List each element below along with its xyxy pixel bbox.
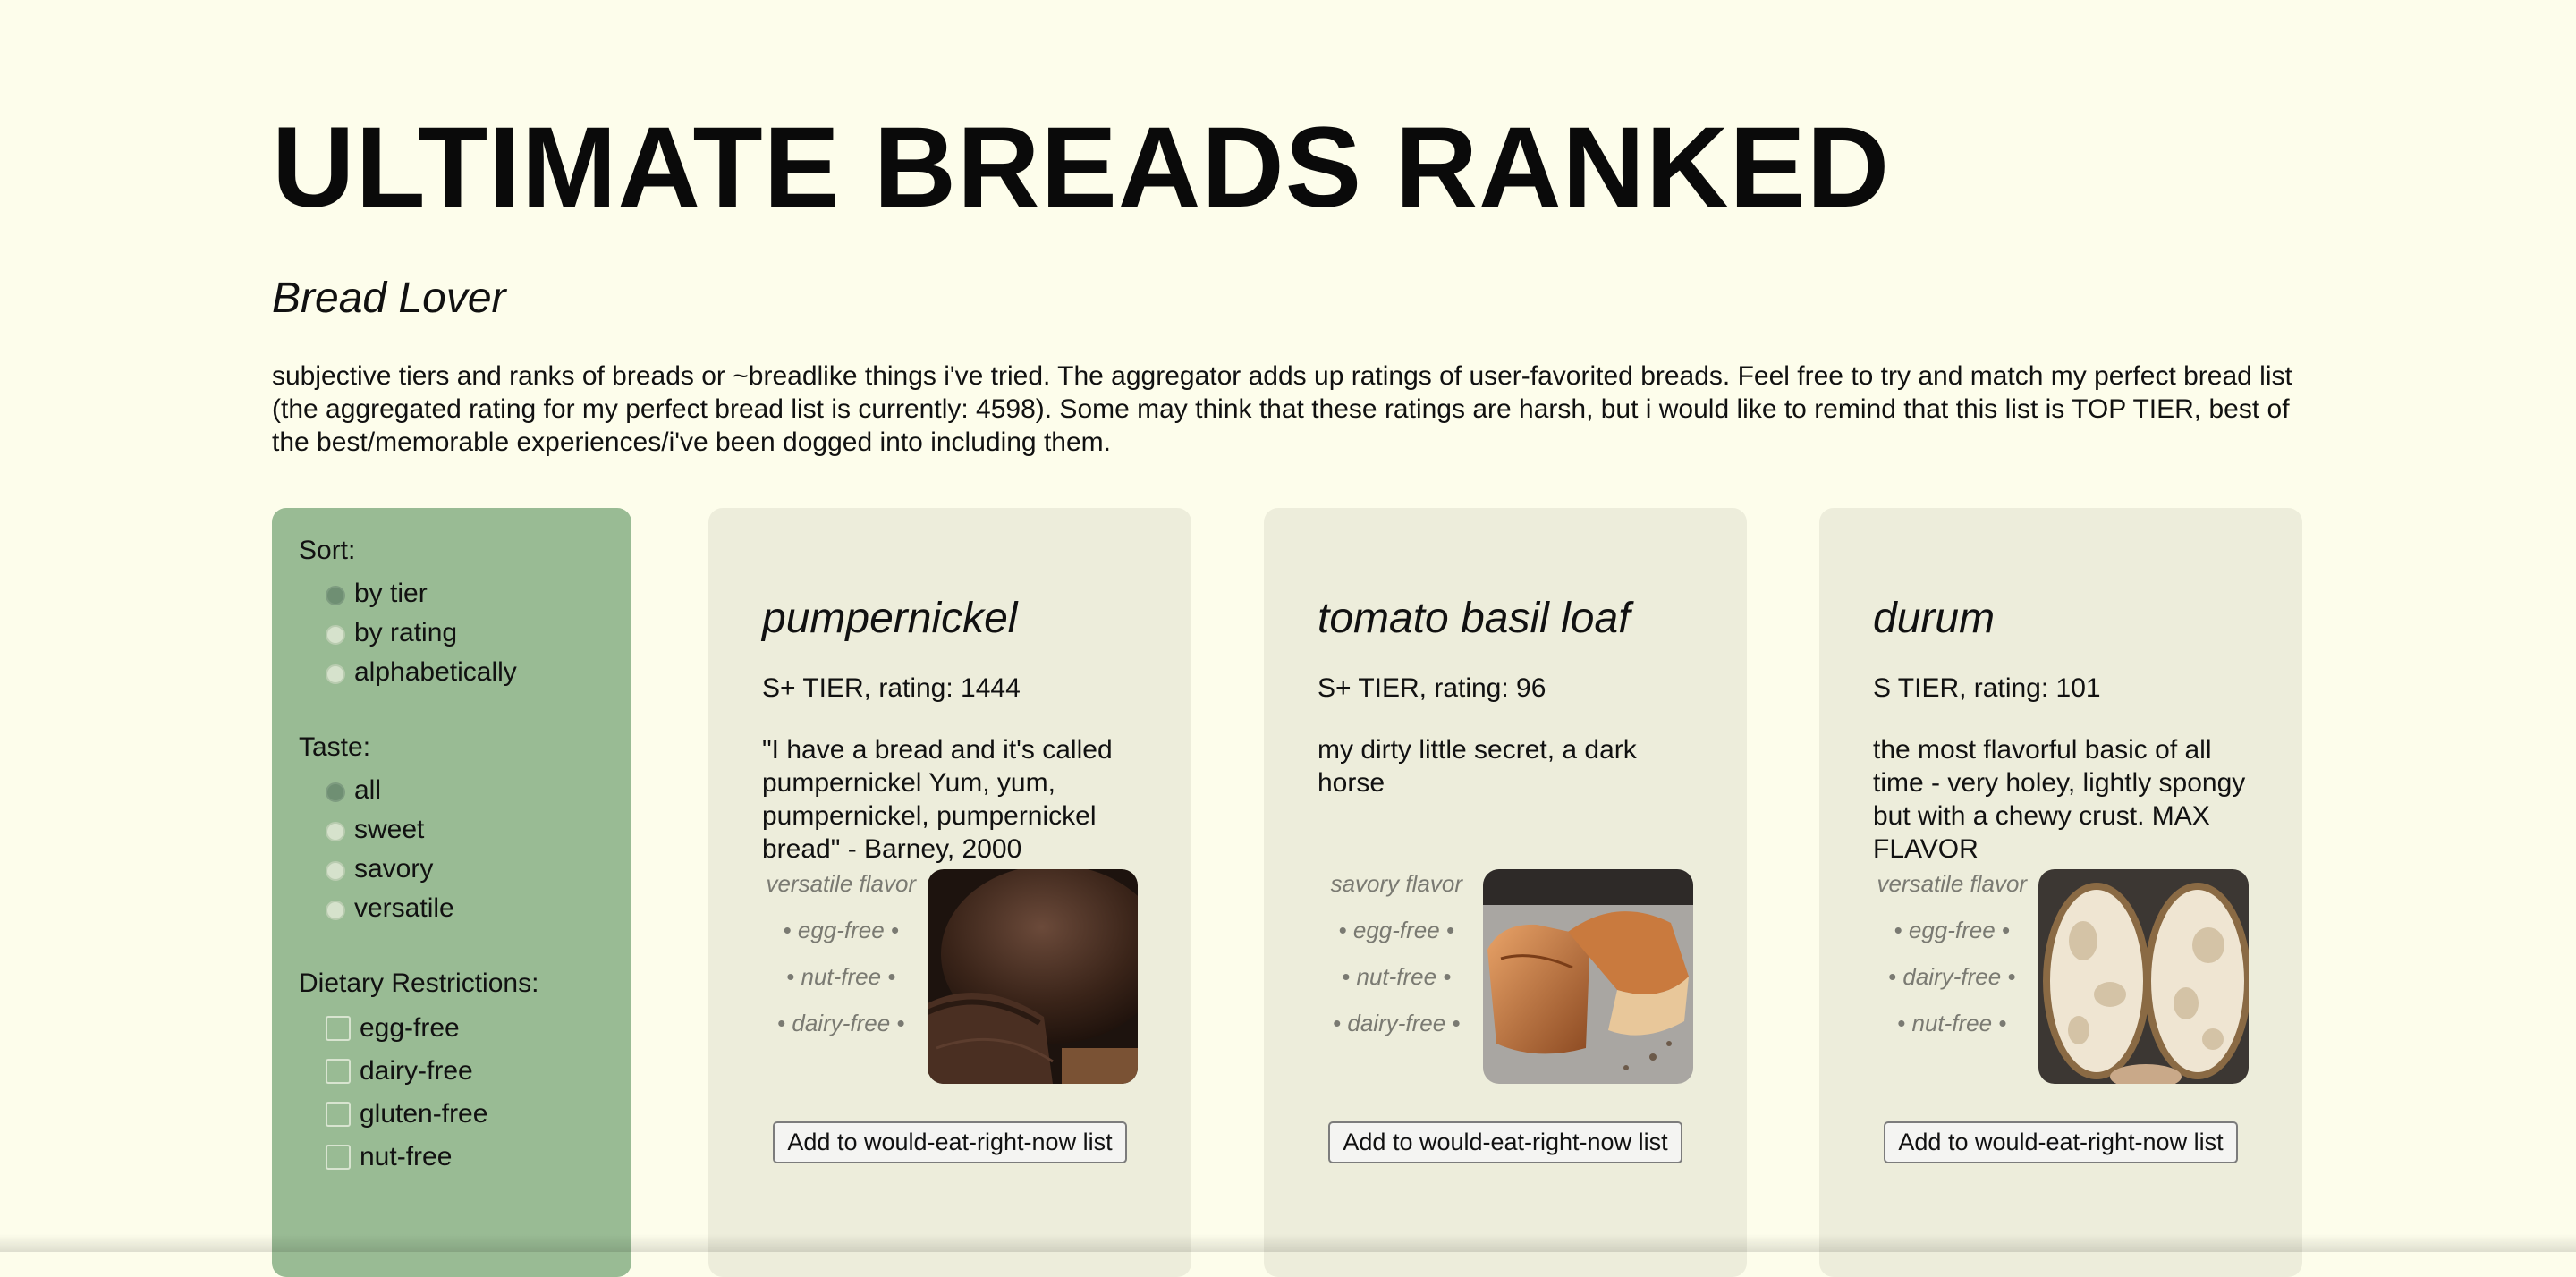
flavor-tag: versatile flavor [1877, 870, 2028, 897]
dietary-option-gluten-free[interactable]: gluten-free [299, 1093, 605, 1136]
diet-tag: • nut-free • [1897, 1010, 2007, 1036]
taste-option-label: all [354, 775, 382, 805]
dietary-option-label: gluten-free [360, 1099, 488, 1129]
bread-details: versatile flavor • egg-free • • nut-free… [762, 869, 1138, 1084]
bread-card-pumpernickel: pumpernickel S+ TIER, rating: 1444 "I ha… [708, 508, 1191, 1277]
taste-sweet-radio[interactable] [326, 822, 345, 841]
tomato-basil-loaf-photo [1482, 869, 1693, 1084]
intro-paragraph: subjective tiers and ranks of breads or … [272, 361, 2292, 457]
taste-savory-radio[interactable] [326, 861, 345, 881]
taste-group: Taste: all sweet savory versatile [299, 732, 605, 928]
dietary-option-egg-free[interactable]: egg-free [299, 1007, 605, 1050]
sort-option-label: by rating [354, 618, 458, 647]
bread-tier-rating: S+ TIER, rating: 1444 [762, 673, 1021, 703]
taste-option-savory[interactable]: savory [299, 850, 605, 889]
sort-option-by-tier[interactable]: by tier [299, 574, 605, 613]
taste-option-versatile[interactable]: versatile [299, 889, 605, 928]
page-subtitle: Bread Lover [272, 275, 506, 322]
sort-option-by-rating[interactable]: by rating [299, 613, 605, 653]
durum-bread-crumb-photo [2038, 869, 2249, 1084]
content-row: Sort: by tier by rating alphabetically T… [272, 508, 2306, 1277]
dietary-group: Dietary Restrictions: egg-free dairy-fre… [299, 968, 605, 1179]
taste-versatile-radio[interactable] [326, 901, 345, 920]
bread-description: my dirty little secret, a dark horse [1318, 735, 1637, 798]
page-title: ULTIMATE BREADS RANKED [272, 104, 1891, 232]
sort-by-rating-radio[interactable] [326, 625, 345, 645]
dark-rye-bread-photo [927, 869, 1138, 1084]
diet-tag: • dairy-free • [1888, 963, 2016, 990]
filter-sidebar: Sort: by tier by rating alphabetically T… [272, 508, 631, 1277]
bread-description: the most flavorful basic of all time - v… [1873, 735, 2246, 864]
sort-by-tier-radio[interactable] [326, 586, 345, 605]
diet-tag: • dairy-free • [1333, 1010, 1461, 1036]
bread-tags: savory flavor • egg-free • • nut-free • … [1318, 869, 1476, 1084]
dietary-option-dairy-free[interactable]: dairy-free [299, 1050, 605, 1093]
sort-alphabetically-radio[interactable] [326, 664, 345, 684]
bread-description: "I have a bread and it's called pumperni… [762, 735, 1113, 864]
diet-tag: • dairy-free • [777, 1010, 905, 1036]
sort-option-alphabetically[interactable]: alphabetically [299, 653, 605, 692]
dairy-free-checkbox[interactable] [326, 1059, 351, 1084]
diet-tag: • nut-free • [1342, 963, 1452, 990]
add-to-list-button[interactable]: Add to would-eat-right-now list [1328, 1121, 1682, 1163]
nut-free-checkbox[interactable] [326, 1145, 351, 1170]
bread-details: savory flavor • egg-free • • nut-free • … [1318, 869, 1693, 1084]
dietary-option-label: nut-free [360, 1142, 453, 1171]
sort-group: Sort: by tier by rating alphabetically [299, 535, 605, 692]
page-header: ULTIMATE BREADS RANKED Bread Lover subje… [272, 0, 2304, 459]
taste-all-radio[interactable] [326, 782, 345, 802]
bread-tier-rating: S+ TIER, rating: 96 [1318, 673, 1546, 703]
dietary-label: Dietary Restrictions: [299, 968, 539, 998]
bread-tags: versatile flavor • egg-free • • dairy-fr… [1873, 869, 2031, 1084]
diet-tag: • nut-free • [786, 963, 896, 990]
dietary-option-label: egg-free [360, 1013, 460, 1043]
bread-card-tomato-basil-loaf: tomato basil loaf S+ TIER, rating: 96 my… [1264, 508, 1747, 1277]
sort-option-label: alphabetically [354, 657, 517, 687]
taste-option-sweet[interactable]: sweet [299, 810, 605, 850]
sort-label: Sort: [299, 536, 356, 565]
bread-details: versatile flavor • egg-free • • dairy-fr… [1873, 869, 2249, 1084]
bread-name: tomato basil loaf [1318, 595, 1631, 642]
diet-tag: • egg-free • [783, 917, 900, 943]
taste-option-label: versatile [354, 893, 454, 923]
bread-name: durum [1873, 595, 1996, 642]
diet-tag: • egg-free • [1894, 917, 2011, 943]
taste-option-label: savory [354, 854, 434, 884]
flavor-tag: savory flavor [1330, 870, 1462, 897]
taste-label: Taste: [299, 732, 371, 762]
sort-option-label: by tier [354, 579, 428, 608]
bread-tags: versatile flavor • egg-free • • nut-free… [762, 869, 920, 1084]
egg-free-checkbox[interactable] [326, 1016, 351, 1041]
flavor-tag: versatile flavor [766, 870, 917, 897]
taste-option-all[interactable]: all [299, 771, 605, 810]
taste-option-label: sweet [354, 815, 425, 844]
bread-card-durum: durum S TIER, rating: 101 the most flavo… [1819, 508, 2302, 1277]
dietary-option-nut-free[interactable]: nut-free [299, 1136, 605, 1179]
bread-tier-rating: S TIER, rating: 101 [1873, 673, 2101, 703]
bread-name: pumpernickel [762, 595, 1018, 642]
dietary-option-label: dairy-free [360, 1056, 473, 1086]
window-bottom-edge [0, 1234, 2576, 1252]
gluten-free-checkbox[interactable] [326, 1102, 351, 1127]
add-to-list-button[interactable]: Add to would-eat-right-now list [773, 1121, 1127, 1163]
add-to-list-button[interactable]: Add to would-eat-right-now list [1884, 1121, 2238, 1163]
diet-tag: • egg-free • [1338, 917, 1455, 943]
